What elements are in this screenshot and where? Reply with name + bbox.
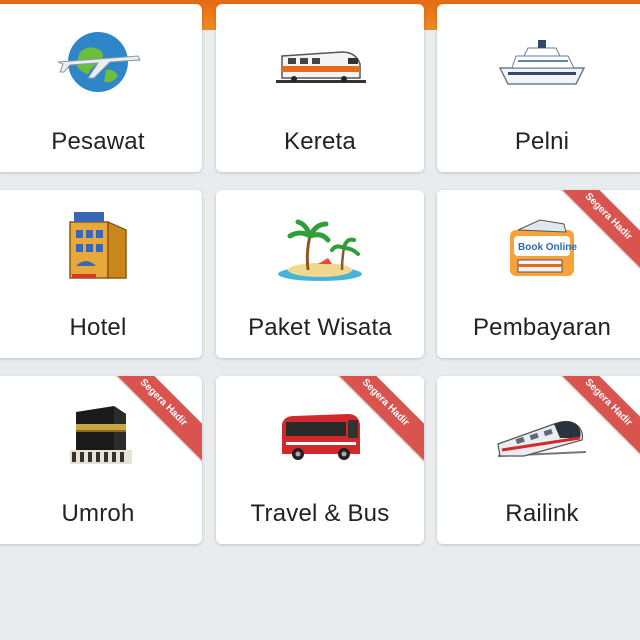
bus-icon [272,394,368,474]
menu-item-travel-bus[interactable]: Segera Hadir Travel & Bus [216,376,424,544]
menu-item-umroh[interactable]: Segera Hadir Umroh [0,376,202,544]
cruise-ship-icon [494,22,590,102]
palm-island-icon [272,208,368,288]
hotel-building-icon [50,208,146,288]
menu-item-label: Pembayaran [472,314,612,341]
railink-train-icon [494,394,590,474]
menu-item-pelni[interactable]: Pelni [437,4,640,172]
menu-item-railink[interactable]: Segera Hadir Railink [437,376,640,544]
menu-item-pesawat[interactable]: Pesawat [0,4,202,172]
menu-item-label: Umroh [61,500,135,527]
book-online-icon: Book Online [494,208,590,288]
svg-text:Book Online: Book Online [518,242,577,253]
train-icon [272,22,368,102]
menu-item-pembayaran[interactable]: Book Online Segera Hadir Pembayaran [437,190,640,358]
menu-item-label: Kereta [284,128,356,155]
airplane-globe-icon [50,22,146,102]
menu-item-label: Railink [505,500,579,527]
menu-item-kereta[interactable]: Kereta [216,4,424,172]
menu-item-label: Paket Wisata [248,314,392,341]
menu-item-label: Pesawat [51,128,145,155]
menu-item-label: Hotel [69,314,127,341]
kaaba-icon [50,394,146,474]
service-menu-grid: Pesawat Kereta Pelni Hotel Paket Wisata … [0,0,640,640]
menu-item-hotel[interactable]: Hotel [0,190,202,358]
menu-item-label: Pelni [514,128,570,155]
menu-item-label: Travel & Bus [250,500,390,527]
menu-item-paket-wisata[interactable]: Paket Wisata [216,190,424,358]
